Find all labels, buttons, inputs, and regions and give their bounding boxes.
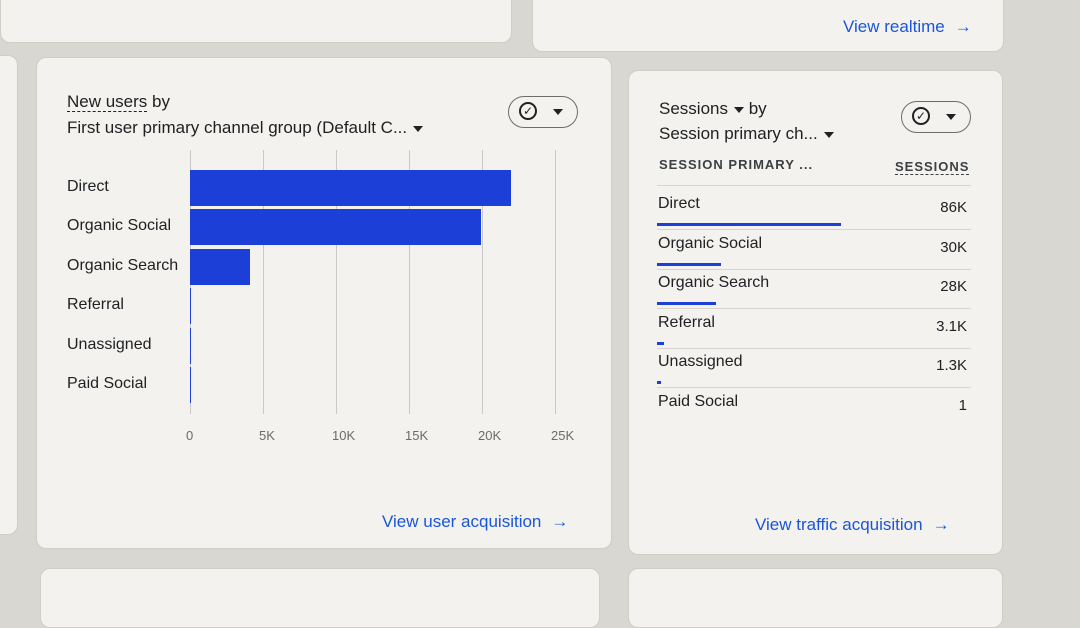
- row-value: 28K: [940, 278, 967, 295]
- side-card: [0, 55, 18, 535]
- bar-unassigned[interactable]: [190, 327, 191, 364]
- metric-selector[interactable]: Sessions: [659, 99, 728, 118]
- view-user-acquisition-link[interactable]: View user acquisition →: [382, 512, 568, 532]
- category-label: Direct: [67, 177, 109, 195]
- row-label[interactable]: Organic Search: [658, 274, 769, 292]
- column-header-sessions[interactable]: SESSIONS: [895, 159, 970, 175]
- row-share-bar: [657, 381, 661, 384]
- bar-paid-social[interactable]: [190, 367, 191, 404]
- bottom-card: [40, 568, 600, 628]
- row-divider: [657, 308, 971, 309]
- dropdown-icon: [733, 106, 744, 113]
- row-divider: [657, 347, 971, 349]
- bottom-card-right: [628, 568, 1003, 628]
- bar-direct[interactable]: [190, 169, 512, 206]
- dropdown-icon: [823, 131, 834, 138]
- row-divider: [657, 229, 971, 230]
- bar-referral[interactable]: [190, 288, 191, 325]
- column-header-dimension[interactable]: SESSION PRIMARY ...: [659, 157, 813, 172]
- row-share-bar: [657, 262, 722, 266]
- x-tick-label: 5K: [259, 428, 275, 443]
- bar-chart: 0 5K 10K 15K 20K 25K Direct Organic Social Organ…: [37, 58, 613, 550]
- category-label: Organic Social: [67, 217, 172, 235]
- view-realtime-link[interactable]: View realtime →: [843, 17, 972, 37]
- gridline: [555, 150, 556, 414]
- row-value: 3.1K: [936, 317, 967, 335]
- new-users-card: New users by First user primary channel …: [36, 57, 612, 549]
- row-label[interactable]: Unassigned: [658, 353, 743, 371]
- x-tick-label: 25K: [551, 428, 575, 443]
- dimension-selector[interactable]: Session primary ch...: [659, 124, 834, 144]
- row-divider: [657, 387, 971, 388]
- sessions-card: Sessions by Session primary ch... ✓ SESS…: [628, 70, 1003, 555]
- row-divider: [657, 268, 971, 270]
- arrow-right-icon: →: [954, 17, 972, 36]
- view-user-acquisition-label: View user acquisition: [382, 512, 542, 531]
- x-tick-label: 15K: [405, 428, 429, 443]
- view-traffic-acquisition-label: View traffic acquisition: [755, 515, 923, 534]
- arrow-right-icon: →: [932, 515, 950, 534]
- title-by: by: [748, 99, 767, 118]
- compare-button[interactable]: ✓: [901, 101, 971, 133]
- chevron-down-icon: [946, 114, 956, 120]
- dimension-label: Session primary ch...: [659, 124, 818, 143]
- row-label[interactable]: Paid Social: [658, 393, 738, 411]
- category-label: Paid Social: [67, 375, 148, 393]
- top-right-card: View realtime →: [532, 0, 1004, 52]
- bar-organic-social[interactable]: [190, 209, 481, 246]
- row-share-bar: [657, 341, 664, 345]
- row-value: 1: [958, 396, 967, 414]
- row-share-bar: [657, 223, 841, 226]
- row-value: 30K: [940, 238, 967, 256]
- category-label: Referral: [67, 296, 124, 314]
- row-share-bar: [657, 302, 716, 305]
- row-value: 86K: [940, 199, 967, 216]
- view-traffic-acquisition-link[interactable]: View traffic acquisition →: [755, 515, 950, 535]
- x-tick-label: 20K: [478, 428, 502, 443]
- row-value: 1.3K: [936, 357, 967, 374]
- row-label[interactable]: Direct: [658, 195, 700, 213]
- row-label[interactable]: Referral: [658, 314, 715, 332]
- top-left-card: [0, 0, 512, 43]
- card-title: Sessions by: [659, 99, 767, 119]
- bar-organic-search[interactable]: [190, 248, 250, 285]
- category-label: Organic Search: [67, 256, 179, 274]
- view-realtime-label: View realtime: [843, 17, 945, 36]
- arrow-right-icon: →: [551, 512, 569, 531]
- header-divider: [657, 185, 971, 186]
- row-label[interactable]: Organic Social: [658, 235, 762, 253]
- x-tick-label: 0: [186, 428, 194, 443]
- x-tick-label: 10K: [332, 428, 356, 443]
- check-circle-icon: ✓: [912, 107, 930, 125]
- category-label: Unassigned: [67, 335, 152, 353]
